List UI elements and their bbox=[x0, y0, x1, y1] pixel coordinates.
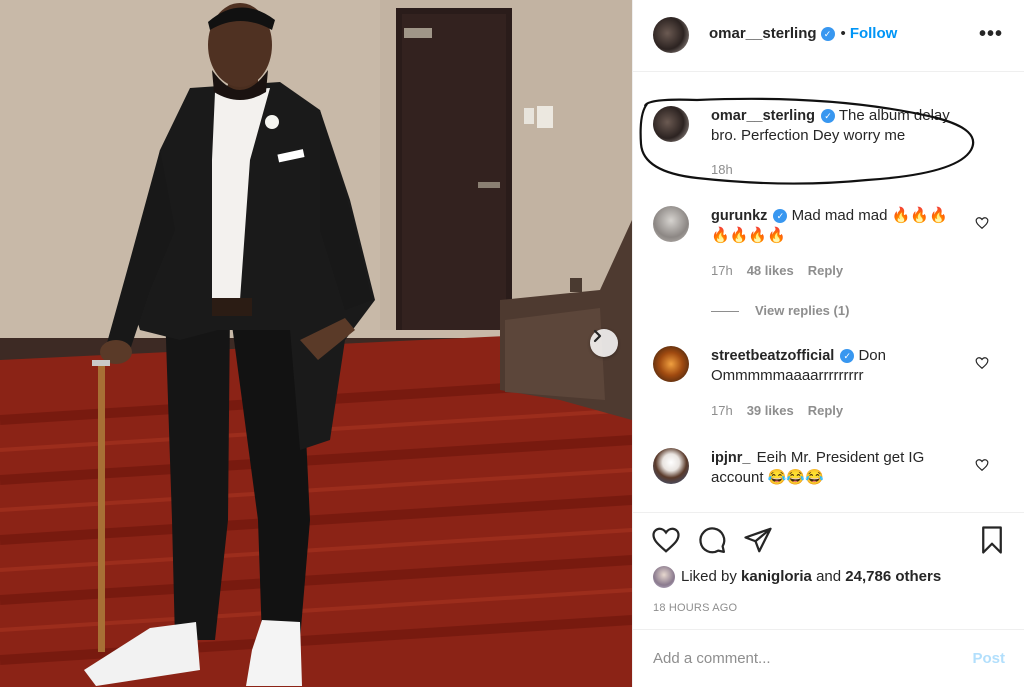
verified-icon: ✓ bbox=[820, 27, 835, 41]
bookmark-icon[interactable] bbox=[977, 525, 1007, 555]
comment-avatar[interactable] bbox=[653, 448, 689, 484]
comment-text-block: gurunkz ✓ Mad mad mad 🔥🔥🔥🔥🔥🔥🔥 bbox=[711, 206, 961, 246]
comment-time: 17h bbox=[711, 263, 733, 278]
like-comment-heart-icon[interactable] bbox=[975, 356, 989, 370]
author-username[interactable]: omar__sterling bbox=[709, 25, 817, 42]
view-replies-label: View replies (1) bbox=[755, 303, 850, 318]
replies-divider bbox=[711, 311, 739, 313]
comment-text-block: streetbeatzofficial ✓ Don Ommmmmaaaarrrrr… bbox=[711, 346, 961, 386]
add-comment-bar: Post bbox=[633, 629, 1024, 687]
post-actions: Liked by kanigloria and 24,786 others 18… bbox=[633, 512, 1024, 687]
like-comment-heart-icon[interactable] bbox=[975, 458, 989, 472]
post-photo[interactable] bbox=[0, 0, 632, 687]
comment-username[interactable]: gurunkz bbox=[711, 208, 767, 224]
comment-meta: 17h 48 likes Reply bbox=[711, 263, 857, 278]
more-options-button[interactable]: ••• bbox=[979, 23, 1003, 46]
comment-likes[interactable]: 48 likes bbox=[747, 263, 794, 278]
verified-icon: ✓ bbox=[773, 209, 788, 223]
liker-avatar[interactable] bbox=[653, 566, 675, 588]
next-photo-button[interactable] bbox=[590, 329, 618, 357]
comments-list[interactable]: omar__sterling ✓ The album delay bro. Per… bbox=[633, 72, 1024, 512]
comment-username[interactable]: ipjnr_ bbox=[711, 450, 750, 466]
post-timestamp[interactable]: 18 HOURS AGO bbox=[653, 602, 737, 614]
post-header: omar__sterling ✓ • Follow ••• bbox=[633, 0, 1024, 72]
comment-icon[interactable] bbox=[697, 525, 727, 555]
post-comment-button[interactable]: Post bbox=[972, 650, 1005, 667]
comment-avatar[interactable] bbox=[653, 206, 689, 242]
like-comment-heart-icon[interactable] bbox=[975, 216, 989, 230]
likes-summary: Liked by kanigloria and 24,786 others bbox=[653, 566, 941, 588]
likes-others[interactable]: 24,786 others bbox=[845, 568, 941, 585]
author-row: omar__sterling ✓ • Follow bbox=[709, 25, 897, 42]
comment-username[interactable]: streetbeatzofficial bbox=[711, 348, 834, 364]
photo-illustration bbox=[0, 0, 632, 687]
comment-avatar[interactable] bbox=[653, 346, 689, 382]
view-replies-button[interactable]: View replies (1) bbox=[711, 303, 849, 318]
post-side-panel: omar__sterling ✓ • Follow ••• omar__sterlin… bbox=[632, 0, 1024, 687]
author-avatar[interactable] bbox=[653, 17, 689, 53]
paper-plane-icon[interactable] bbox=[743, 525, 773, 555]
heart-icon[interactable] bbox=[651, 525, 681, 555]
chevron-right-icon bbox=[593, 329, 602, 343]
comment-likes[interactable]: 39 likes bbox=[747, 403, 794, 418]
separator-dot: • bbox=[840, 25, 846, 42]
hand-drawn-circle-annotation bbox=[639, 97, 975, 185]
verified-icon: ✓ bbox=[840, 349, 855, 363]
comment-text-block: ipjnr_ Eeih Mr. President get IG account… bbox=[711, 448, 961, 488]
reply-button[interactable]: Reply bbox=[808, 263, 843, 278]
comment-meta: 17h 39 likes Reply bbox=[711, 403, 857, 418]
follow-button[interactable]: Follow bbox=[850, 25, 898, 42]
likes-middle: and bbox=[816, 567, 842, 585]
liker-username[interactable]: kanigloria bbox=[741, 568, 812, 585]
reply-button[interactable]: Reply bbox=[808, 403, 843, 418]
add-comment-input[interactable] bbox=[653, 650, 953, 667]
instagram-post-view: omar__sterling ✓ • Follow ••• omar__sterlin… bbox=[0, 0, 1024, 687]
likes-prefix: Liked by bbox=[681, 567, 737, 585]
comment-time: 17h bbox=[711, 403, 733, 418]
